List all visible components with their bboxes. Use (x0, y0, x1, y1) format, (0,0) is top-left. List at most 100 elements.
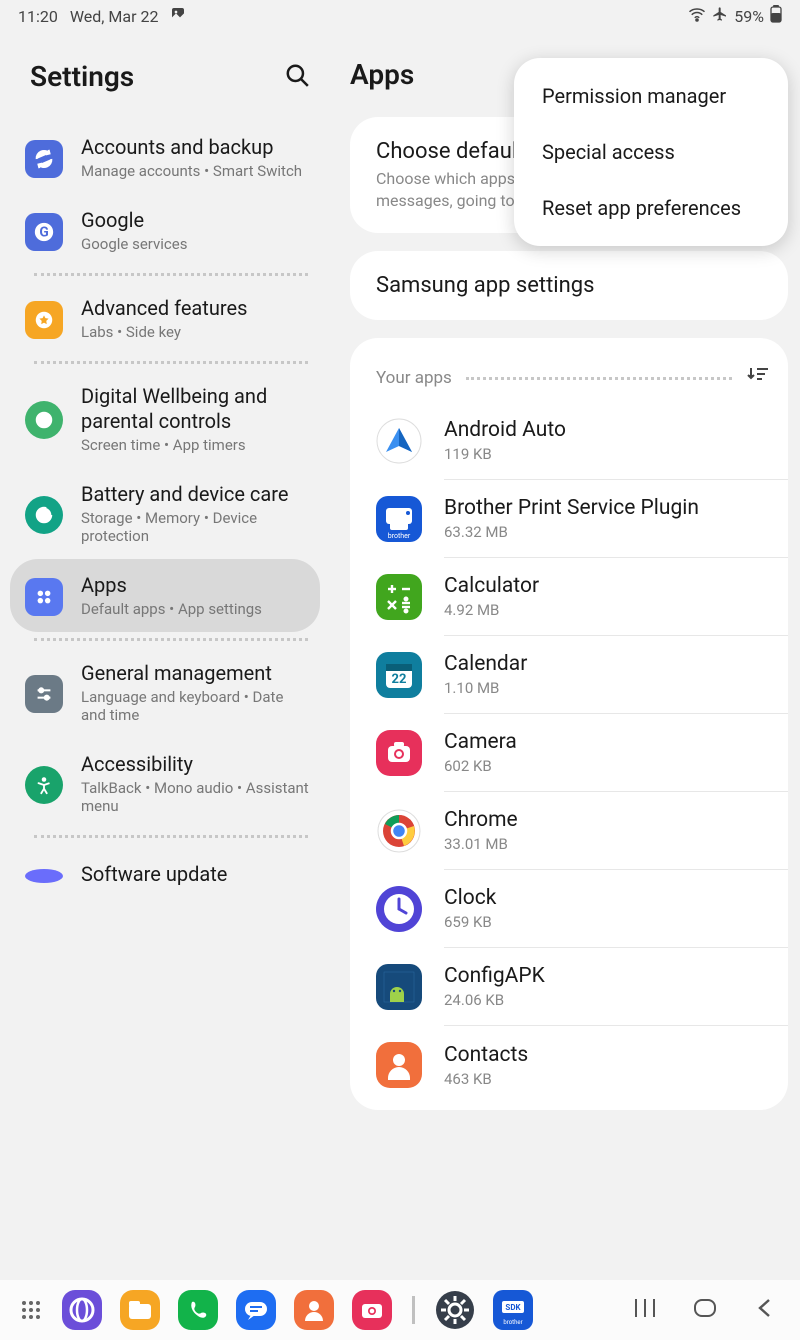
app-item-calendar[interactable]: 22 Calendar 1.10 MB (350, 636, 788, 714)
dock-messages-icon[interactable] (236, 1290, 276, 1330)
svg-text:G: G (39, 224, 48, 240)
app-item-camera[interactable]: Camera 602 KB (350, 714, 788, 792)
android-auto-icon (376, 418, 422, 464)
status-bar: 11:20 Wed, Mar 22 59% (0, 0, 800, 32)
setting-title: Google (81, 208, 310, 233)
sliders-icon (25, 675, 63, 713)
app-name: Chrome (444, 808, 768, 832)
setting-title: Software update (81, 862, 310, 887)
setting-title: Accounts and backup (81, 135, 310, 160)
sidebar-item-accessibility[interactable]: Accessibility TalkBack • Mono audio • As… (10, 738, 320, 829)
setting-title: Apps (81, 573, 310, 598)
dock-settings-icon[interactable] (435, 1290, 475, 1330)
battery-icon (770, 5, 782, 27)
app-size: 33.01 MB (444, 835, 768, 853)
overflow-menu: Permission manager Special access Reset … (514, 58, 788, 246)
separator (466, 377, 732, 380)
camera-icon (376, 730, 422, 776)
apps-icon (25, 578, 63, 616)
contacts-icon (376, 1042, 422, 1088)
app-name: Contacts (444, 1043, 768, 1067)
sidebar-item-google[interactable]: G Google Google services (10, 194, 320, 267)
nav-home-icon[interactable] (692, 1297, 718, 1323)
svg-text:brother: brother (503, 1319, 522, 1326)
settings-sidebar: Settings Accounts and backup Manage acco… (0, 32, 330, 1280)
clock-icon (376, 886, 422, 932)
configapk-icon (376, 964, 422, 1010)
sidebar-title: Settings (30, 60, 134, 93)
google-icon: G (25, 213, 63, 251)
dock-brother-icon[interactable]: SDKbrother (493, 1290, 533, 1330)
card-title: Samsung app settings (376, 273, 762, 298)
app-size: 602 KB (444, 757, 768, 775)
app-item-android-auto[interactable]: Android Auto119 KB (350, 402, 788, 480)
status-battery-pct: 59% (734, 7, 764, 26)
taskbar-separator (412, 1296, 415, 1324)
dock-contacts-icon[interactable] (294, 1290, 334, 1330)
setting-sub: Labs • Side key (81, 323, 310, 341)
sidebar-item-software-update[interactable]: Software update (10, 844, 320, 901)
status-date: Wed, Mar 22 (70, 7, 159, 26)
menu-item-permission-manager[interactable]: Permission manager (514, 68, 788, 124)
setting-sub: Language and keyboard • Date and time (81, 688, 310, 724)
menu-item-special-access[interactable]: Special access (514, 124, 788, 180)
app-name: Clock (444, 886, 768, 910)
separator (34, 638, 308, 641)
app-size: 24.06 KB (444, 991, 768, 1009)
dock-files-icon[interactable] (120, 1290, 160, 1330)
search-icon[interactable] (284, 62, 310, 92)
app-size: 119 KB (444, 445, 768, 463)
nav-back-icon[interactable] (752, 1297, 778, 1323)
menu-item-reset-preferences[interactable]: Reset app preferences (514, 180, 788, 236)
setting-sub: Manage accounts • Smart Switch (81, 162, 310, 180)
app-list: Your apps Android Auto119 KB brother Bro… (350, 338, 788, 1110)
app-size: 659 KB (444, 913, 768, 931)
app-size: 63.32 MB (444, 523, 768, 541)
separator (34, 273, 308, 276)
sidebar-item-general[interactable]: General management Language and keyboard… (10, 647, 320, 738)
accessibility-icon (25, 766, 63, 804)
sidebar-item-wellbeing[interactable]: Digital Wellbeing and parental controls … (10, 370, 320, 468)
setting-title: Advanced features (81, 296, 310, 321)
app-size: 4.92 MB (444, 601, 768, 619)
dock-internet-icon[interactable] (62, 1290, 102, 1330)
sort-icon[interactable] (746, 364, 770, 392)
advanced-icon (25, 301, 63, 339)
update-icon (25, 869, 63, 883)
app-name: Calendar (444, 652, 768, 676)
sidebar-item-accounts[interactable]: Accounts and backup Manage accounts • Sm… (10, 121, 320, 194)
svg-text:brother: brother (388, 532, 411, 540)
sync-icon (25, 140, 63, 178)
sidebar-item-apps[interactable]: Apps Default apps • App settings (10, 559, 320, 632)
app-name: Brother Print Service Plugin (444, 496, 768, 520)
svg-text:22: 22 (392, 672, 407, 687)
battery-care-icon (25, 496, 63, 534)
app-size: 1.10 MB (444, 679, 768, 697)
app-item-calculator[interactable]: Calculator4.92 MB (350, 558, 788, 636)
app-name: Camera (444, 730, 768, 754)
app-item-configapk[interactable]: ConfigAPK24.06 KB (350, 948, 788, 1026)
app-item-chrome[interactable]: Chrome 33.01 MB (350, 792, 788, 870)
app-item-contacts[interactable]: Contacts463 KB (350, 1026, 788, 1104)
sidebar-item-battery[interactable]: Battery and device care Storage • Memory… (10, 468, 320, 559)
setting-sub: Default apps • App settings (81, 600, 310, 618)
app-item-clock[interactable]: Clock 659 KB (350, 870, 788, 948)
setting-title: General management (81, 661, 310, 686)
app-item-brother-print[interactable]: brother Brother Print Service Plugin 63.3… (350, 480, 788, 558)
brother-print-icon: brother (376, 496, 422, 542)
calendar-icon: 22 (376, 652, 422, 698)
taskbar: SDKbrother (0, 1280, 800, 1340)
sidebar-item-advanced[interactable]: Advanced features Labs • Side key (10, 282, 320, 355)
dock-camera-icon[interactable] (352, 1290, 392, 1330)
calculator-icon (376, 574, 422, 620)
dock-phone-icon[interactable] (178, 1290, 218, 1330)
status-time: 11:20 (18, 7, 58, 26)
airplane-icon (712, 6, 728, 26)
setting-sub: Storage • Memory • Device protection (81, 509, 310, 545)
image-indicator-icon (170, 6, 186, 26)
app-drawer-handle[interactable] (22, 1301, 44, 1319)
wifi-icon (688, 5, 706, 27)
nav-recents-icon[interactable] (632, 1297, 658, 1323)
setting-sub: TalkBack • Mono audio • Assistant menu (81, 779, 310, 815)
card-samsung-settings[interactable]: Samsung app settings (350, 251, 788, 320)
